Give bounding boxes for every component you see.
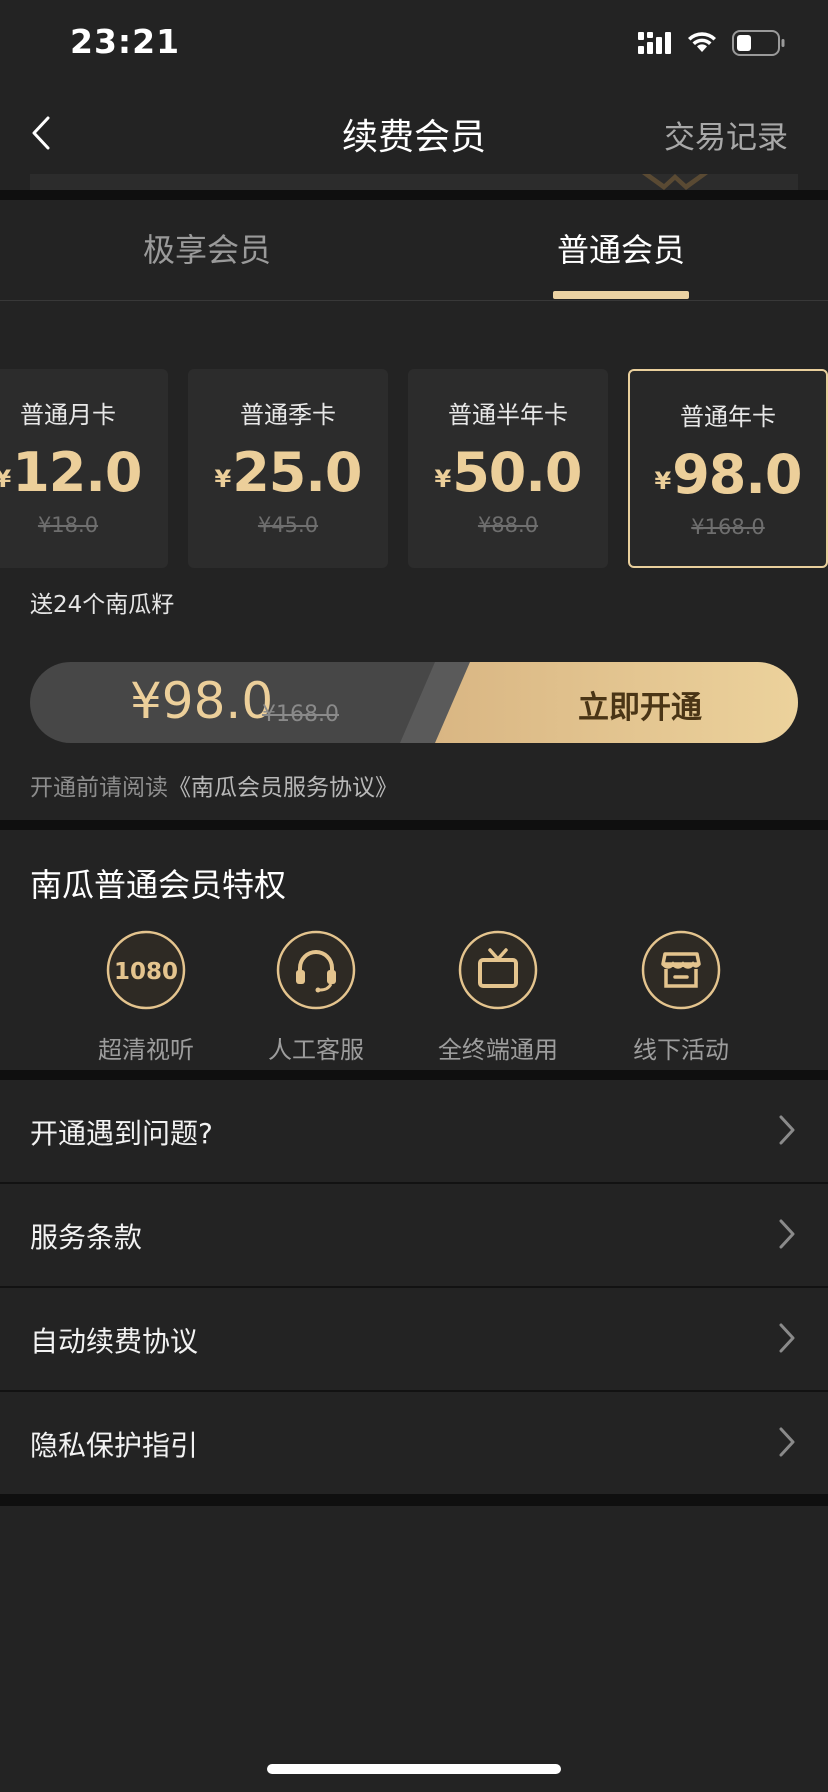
menu-row-privacy-guide[interactable]: 隐私保护指引 bbox=[0, 1392, 828, 1494]
chevron-right-icon bbox=[779, 1115, 795, 1145]
plan-card-monthly[interactable]: 普通月卡 ¥12.0 ¥18.0 bbox=[0, 369, 168, 568]
menu-row-label: 服务条款 bbox=[30, 1221, 143, 1254]
battery-icon bbox=[732, 30, 785, 56]
plan-original-price: ¥18.0 bbox=[37, 513, 99, 537]
selected-original-price: ¥168.0 bbox=[262, 702, 339, 727]
menu-row-label: 开通遇到问题? bbox=[30, 1117, 213, 1150]
plan-original-price: ¥168.0 bbox=[691, 515, 765, 539]
privileges-title: 南瓜普通会员特权 bbox=[30, 866, 287, 904]
currency-symbol: ¥ bbox=[0, 465, 11, 493]
privilege-label: 人工客服 bbox=[268, 1036, 364, 1064]
section-divider bbox=[0, 820, 828, 830]
chevron-right-icon bbox=[779, 1323, 795, 1353]
wifi-icon bbox=[688, 32, 716, 52]
plan-bonus-text: 送24个南瓜籽 bbox=[30, 592, 175, 618]
menu-row-label: 自动续费协议 bbox=[30, 1325, 199, 1358]
chevron-right-icon bbox=[779, 1427, 795, 1457]
hd-1080-icon: 1080 bbox=[106, 930, 186, 1010]
transaction-history-link[interactable]: 交易记录 bbox=[664, 112, 788, 157]
home-indicator[interactable] bbox=[267, 1764, 561, 1774]
chevron-right-icon bbox=[779, 1219, 795, 1249]
section-divider bbox=[0, 1494, 828, 1506]
plan-name: 普通月卡 bbox=[20, 401, 116, 429]
plan-price: ¥98.0 bbox=[654, 443, 803, 506]
section-divider bbox=[0, 190, 828, 200]
menu-row-label: 隐私保护指引 bbox=[30, 1429, 199, 1462]
selected-price: ¥98.0 bbox=[130, 672, 274, 730]
privilege-label: 超清视听 bbox=[98, 1036, 194, 1064]
plan-card-half-year[interactable]: 普通半年卡 ¥50.0 ¥88.0 bbox=[408, 369, 608, 568]
privilege-label: 全终端通用 bbox=[438, 1036, 558, 1064]
privilege-label: 线下活动 bbox=[633, 1036, 729, 1064]
service-agreement-link[interactable]: 《南瓜会员服务协议》 bbox=[168, 775, 398, 801]
menu-row-terms-of-service[interactable]: 服务条款 bbox=[0, 1184, 828, 1286]
agreement-prefix: 开通前请阅读 bbox=[30, 775, 168, 801]
agreement-notice: 开通前请阅读《南瓜会员服务协议》 bbox=[30, 768, 398, 802]
status-time: 23:21 bbox=[70, 22, 181, 61]
svg-text:1080: 1080 bbox=[114, 959, 178, 985]
plan-price: ¥25.0 bbox=[214, 441, 363, 504]
store-icon bbox=[641, 930, 721, 1010]
plan-card-yearly[interactable]: 普通年卡 ¥98.0 ¥168.0 bbox=[628, 369, 828, 568]
currency-symbol: ¥ bbox=[434, 465, 452, 493]
section-divider bbox=[0, 1070, 828, 1080]
plan-card-quarterly[interactable]: 普通季卡 ¥25.0 ¥45.0 bbox=[188, 369, 388, 568]
privileges-section: 南瓜普通会员特权 1080 超清视听 人工客服 全终端通用 线下活动 bbox=[0, 830, 828, 1070]
crown-emblem-icon bbox=[642, 174, 708, 190]
hero-banner-peek bbox=[30, 174, 798, 190]
headset-icon bbox=[276, 930, 356, 1010]
plan-price: ¥12.0 bbox=[0, 441, 168, 504]
active-tab-indicator bbox=[553, 291, 689, 299]
tab-premium-member[interactable]: 极享会员 bbox=[0, 200, 414, 300]
plan-name: 普通半年卡 bbox=[448, 401, 568, 429]
membership-tabs: 极享会员 普通会员 bbox=[0, 200, 828, 301]
currency-symbol: ¥ bbox=[214, 465, 232, 493]
purchase-bar: ¥98.0 ¥168.0 立即开通 bbox=[30, 662, 798, 743]
back-arrow-icon[interactable] bbox=[20, 108, 70, 158]
plan-price: ¥50.0 bbox=[434, 441, 583, 504]
menu-row-activation-issues[interactable]: 开通遇到问题? bbox=[0, 1080, 828, 1182]
tv-icon bbox=[458, 930, 538, 1010]
currency-symbol: ¥ bbox=[654, 467, 672, 495]
plan-name: 普通季卡 bbox=[240, 401, 336, 429]
plan-original-price: ¥88.0 bbox=[477, 513, 539, 537]
cellular-signal-icon bbox=[638, 32, 671, 54]
plan-original-price: ¥45.0 bbox=[257, 513, 319, 537]
plan-name: 普通年卡 bbox=[680, 403, 776, 431]
tab-standard-member[interactable]: 普通会员 bbox=[414, 200, 828, 300]
menu-row-auto-renew-agreement[interactable]: 自动续费协议 bbox=[0, 1288, 828, 1390]
status-bar: 23:21 bbox=[0, 0, 828, 90]
